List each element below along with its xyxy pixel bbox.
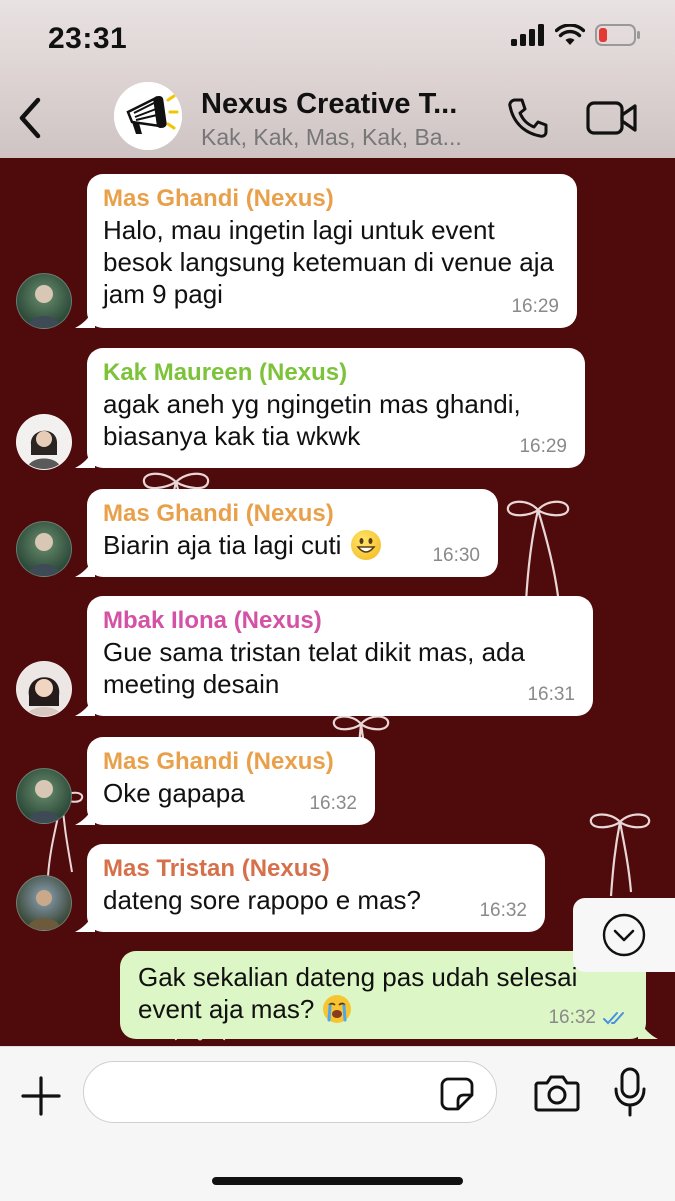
sender-name[interactable]: Mas Ghandi (Nexus)	[103, 184, 561, 214]
back-arrow-icon[interactable]	[14, 94, 48, 142]
message-input[interactable]	[83, 1061, 497, 1123]
message-time: 16:32	[479, 900, 527, 921]
loudly-crying-face-emoji-icon	[322, 994, 352, 1024]
person-icon	[27, 533, 61, 576]
wifi-icon	[555, 24, 585, 45]
bubble-tail	[75, 448, 95, 468]
status-icons	[511, 24, 641, 46]
camera-icon[interactable]	[534, 1073, 580, 1113]
home-indicator	[212, 1177, 463, 1185]
message-time: 16:29	[511, 296, 559, 317]
message-bubble[interactable]: Mas Tristan (Nexus) dateng sore rapopo e…	[75, 844, 545, 932]
bubble-tail	[75, 557, 95, 577]
message-time: 16:32	[309, 793, 357, 814]
avatar-mas-ghandi[interactable]	[16, 768, 72, 824]
plus-icon[interactable]	[20, 1075, 62, 1117]
message-text: Biarin aja tia lagi cuti	[103, 530, 342, 560]
person-icon	[27, 677, 61, 716]
sender-name[interactable]: Mbak Ilona (Nexus)	[103, 606, 577, 636]
chat-area[interactable]: Mas Ghandi (Nexus) Halo, mau ingetin lag…	[0, 158, 675, 1046]
phone-call-icon[interactable]	[506, 96, 550, 140]
cellular-signal-icon	[511, 24, 544, 46]
message-bubble[interactable]: Mas Ghandi (Nexus) Oke gapapa 16:32	[75, 737, 375, 825]
status-bar: 23:31	[0, 0, 675, 78]
person-icon	[27, 285, 61, 328]
composer-bar	[0, 1046, 675, 1201]
message-bubble[interactable]: Kak Maureen (Nexus) agak aneh yg nginget…	[75, 348, 585, 468]
megaphone-icon	[114, 82, 182, 150]
chat-header: Nexus Creative T... Kak, Kak, Mas, Kak, …	[0, 78, 675, 158]
message-text-row: Biarin aja tia lagi cuti	[103, 529, 482, 561]
message-time: 16:30	[432, 545, 480, 566]
ribbon-bow-decoration	[589, 813, 651, 897]
bubble-tail	[75, 912, 95, 932]
bubble-tail	[75, 696, 95, 716]
message-time: 16:31	[527, 684, 575, 705]
outgoing-message-bubble[interactable]: Gak sekalian dateng pas udah selesai eve…	[120, 951, 658, 1039]
avatar-mbak-ilona[interactable]	[16, 661, 72, 717]
avatar-mas-ghandi[interactable]	[16, 273, 72, 329]
sender-name[interactable]: Mas Ghandi (Nexus)	[103, 747, 359, 777]
message-text: dateng sore rapopo e mas?	[103, 885, 421, 915]
avatar-mas-ghandi[interactable]	[16, 521, 72, 577]
microphone-icon[interactable]	[612, 1067, 648, 1117]
person-icon	[27, 890, 61, 930]
avatar-kak-maureen[interactable]	[16, 414, 72, 470]
message-text: Gak sekalian dateng pas udah selesai eve…	[138, 962, 578, 1024]
message-bubble[interactable]: Mas Ghandi (Nexus) Biarin aja tia lagi c…	[75, 489, 498, 577]
read-double-check-icon	[603, 1012, 624, 1025]
person-icon	[27, 430, 61, 469]
video-call-icon[interactable]	[586, 98, 638, 138]
grinning-face-emoji-icon	[350, 530, 381, 560]
status-time: 23:31	[48, 22, 128, 55]
message-text: Halo, mau ingetin lagi untuk event besok…	[103, 215, 554, 309]
message-bubble[interactable]: Mbak Ilona (Nexus) Gue sama tristan tela…	[75, 596, 593, 716]
battery-low-icon	[595, 24, 640, 46]
message-text: agak aneh yg ngingetin mas ghandi, biasa…	[103, 389, 521, 451]
group-members[interactable]: Kak, Kak, Mas, Kak, Ba...	[201, 124, 486, 151]
group-title[interactable]: Nexus Creative T...	[201, 88, 486, 121]
bubble-tail	[75, 308, 95, 328]
sticker-icon[interactable]	[440, 1077, 474, 1111]
ribbon-bow-decoration	[506, 500, 570, 603]
sender-name[interactable]: Kak Maureen (Nexus)	[103, 358, 569, 388]
chevron-down-circle-icon	[602, 913, 646, 957]
message-bubble[interactable]: Mas Ghandi (Nexus) Halo, mau ingetin lag…	[75, 174, 577, 328]
avatar-mas-tristan[interactable]	[16, 875, 72, 931]
message-time: 16:32	[548, 1007, 596, 1028]
message-meta: 16:32	[548, 1007, 630, 1029]
message-text: Gue sama tristan telat dikit mas, ada me…	[103, 637, 525, 699]
scroll-to-bottom-button[interactable]	[573, 898, 675, 972]
sender-name[interactable]: Mas Ghandi (Nexus)	[103, 499, 482, 529]
person-icon	[27, 780, 61, 823]
sender-name[interactable]: Mas Tristan (Nexus)	[103, 854, 529, 884]
bubble-tail	[638, 1019, 658, 1039]
message-time: 16:29	[519, 436, 567, 457]
group-avatar[interactable]	[114, 82, 182, 150]
bubble-tail	[75, 805, 95, 825]
